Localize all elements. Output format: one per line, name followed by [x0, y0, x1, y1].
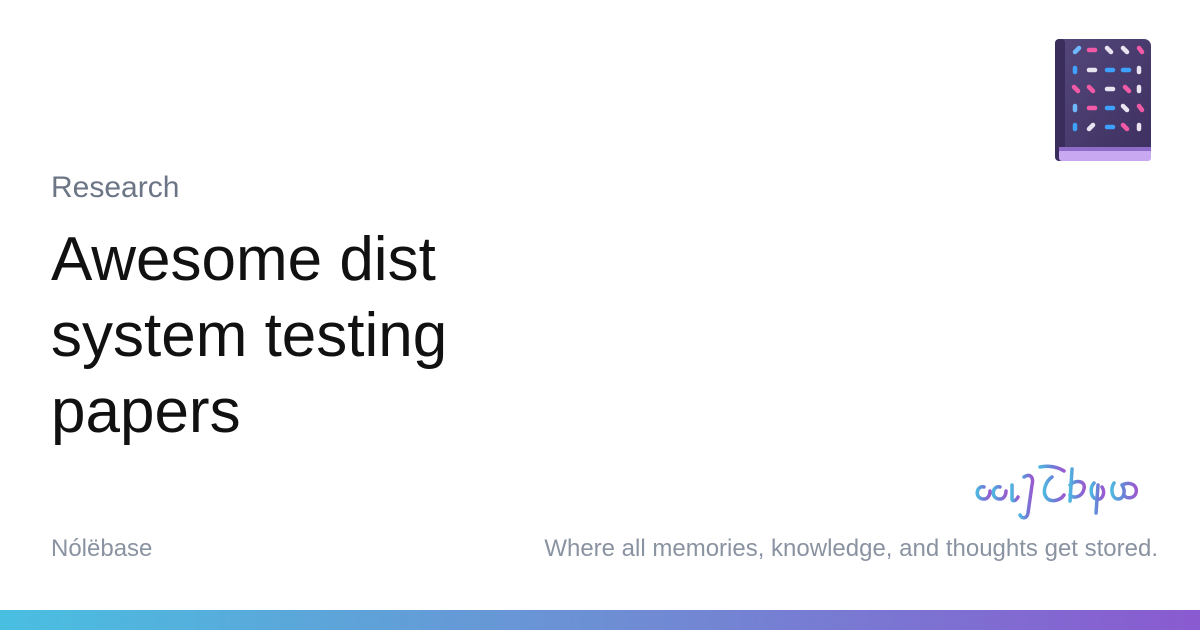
category-label: Research	[51, 171, 180, 204]
gradient-bar	[0, 610, 1200, 630]
site-name: Nólëbase	[51, 535, 153, 562]
elvish-script-logo	[975, 464, 1139, 520]
book-icon	[1055, 39, 1151, 161]
page-title: Awesome dist system testing papers	[51, 225, 448, 446]
site-tagline: Where all memories, knowledge, and thoug…	[544, 535, 1158, 562]
